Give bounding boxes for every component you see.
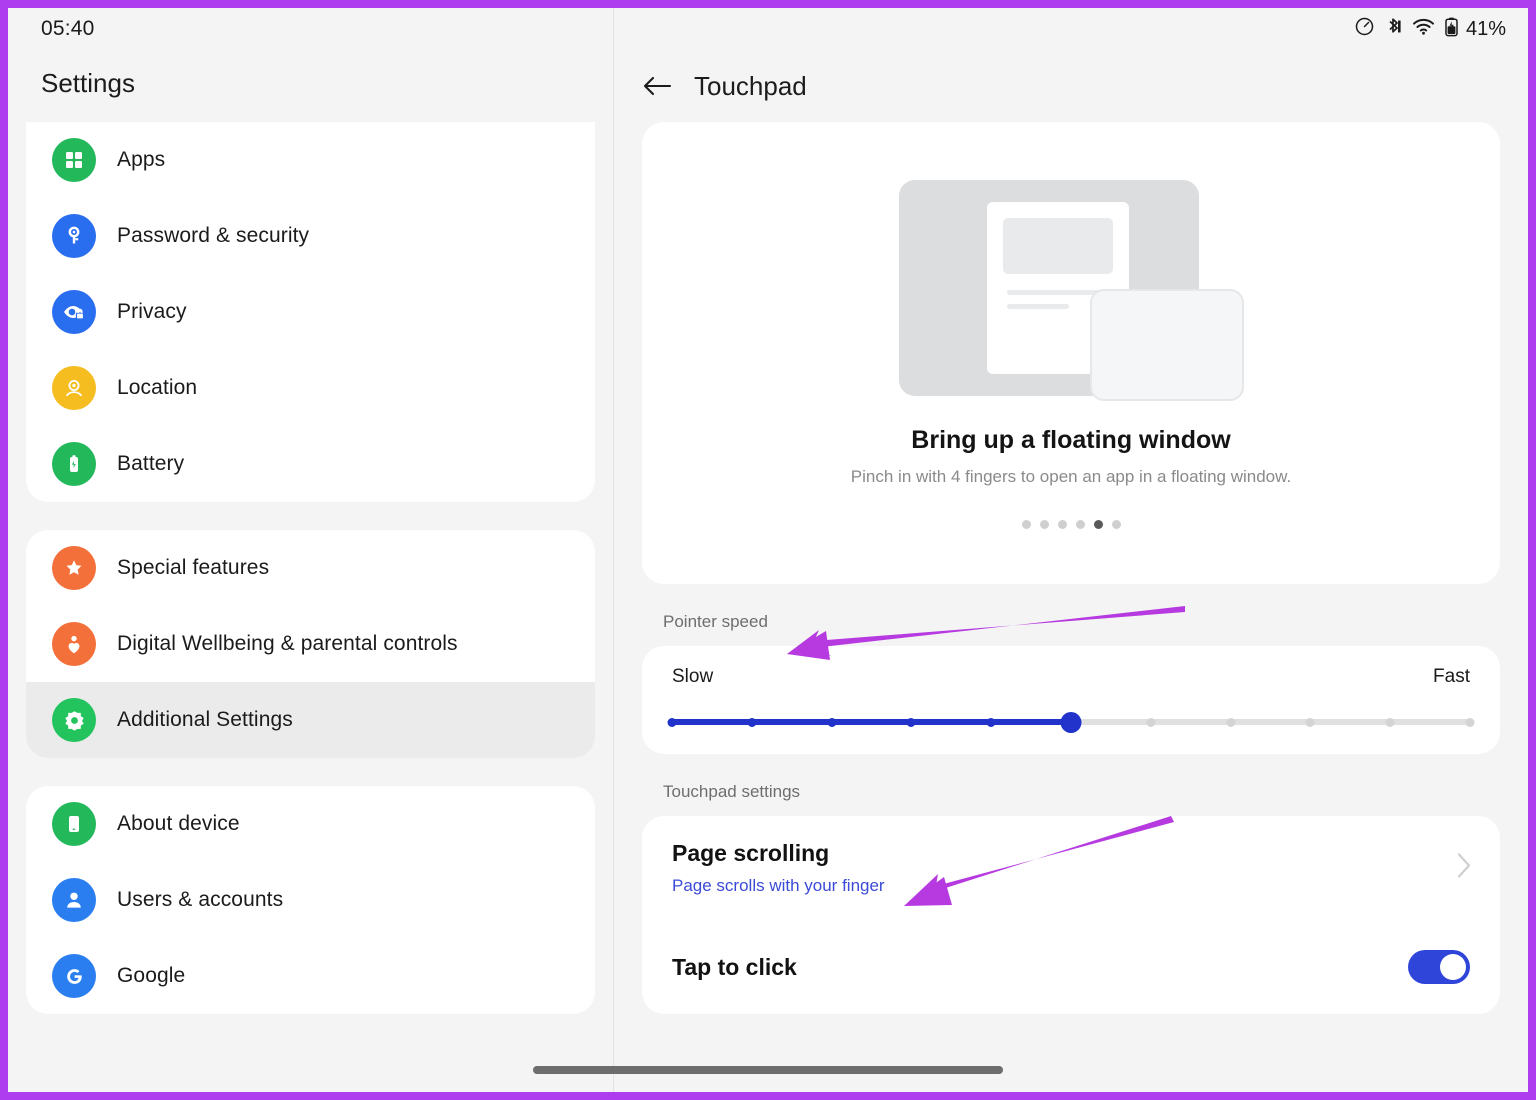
slider-max-label: Fast: [1433, 666, 1470, 687]
detail-body: Bring up a floating window Pinch in with…: [614, 122, 1528, 1092]
status-clock: 05:40: [41, 17, 95, 40]
slider-tick[interactable]: [1385, 717, 1395, 727]
page-title: Touchpad: [694, 70, 807, 101]
data-saver-icon: [1354, 16, 1375, 42]
battery-bolt-icon: [52, 442, 96, 486]
slider-thumb[interactable]: [1060, 711, 1082, 733]
sidebar-item-label: About device: [117, 812, 240, 835]
touchpad-gesture-hero-card: Bring up a floating window Pinch in with…: [642, 122, 1500, 584]
touchpad-settings-card: Page scrolling Page scrolls with your fi…: [642, 816, 1500, 1014]
slider-min-label: Slow: [672, 666, 714, 687]
pointer-speed-section-label: Pointer speed: [663, 612, 768, 631]
sidebar-item-privacy[interactable]: Privacy: [26, 274, 595, 350]
sidebar-item-battery[interactable]: Battery: [26, 426, 595, 502]
sidebar-item-password-security[interactable]: Password & security: [26, 198, 595, 274]
sidebar-item-label: Apps: [117, 148, 166, 171]
phone-icon: [52, 802, 96, 846]
star-icon: [52, 546, 96, 590]
sidebar-item-label: Google: [117, 964, 186, 987]
wellbeing-icon: [52, 622, 96, 666]
row-tap-to-click[interactable]: Tap to click: [642, 920, 1500, 1014]
pointer-speed-card: Slow Fast: [642, 646, 1500, 754]
slider-tick[interactable]: [986, 717, 996, 727]
status-bar-right: 41%: [614, 8, 1528, 50]
key-icon: [52, 214, 96, 258]
row-title: Tap to click: [672, 953, 797, 980]
hero-title: Bring up a floating window: [911, 426, 1231, 454]
touchpad-detail-pane: 41% Touchpad Bring up a floating window …: [614, 8, 1528, 1092]
detail-header: Touchpad: [614, 50, 1528, 122]
carousel-dot[interactable]: [1111, 520, 1121, 529]
sidebar-item-label: Users & accounts: [117, 888, 284, 911]
person-icon: [52, 878, 96, 922]
slider-tick[interactable]: [667, 717, 677, 727]
slider-tick[interactable]: [1226, 717, 1236, 727]
battery-percent-label: 41%: [1465, 17, 1506, 40]
sidebar-group-1: Apps Password & security Privacy Locatio…: [26, 122, 595, 502]
tap-to-click-toggle[interactable]: [1408, 950, 1470, 984]
sidebar-group-2: Special features Digital Wellbeing & par…: [26, 530, 595, 758]
sidebar-item-label: Battery: [117, 452, 185, 475]
slider-fill: [672, 719, 1071, 725]
toggle-knob: [1440, 954, 1466, 980]
carousel-dot[interactable]: [1021, 520, 1031, 529]
touchpad-settings-section-label: Touchpad settings: [663, 782, 801, 801]
row-page-scrolling[interactable]: Page scrolling Page scrolls with your fi…: [642, 816, 1500, 920]
sidebar-item-label: Digital Wellbeing & parental controls: [117, 632, 458, 655]
slider-tick[interactable]: [827, 717, 837, 727]
slider-tick[interactable]: [747, 717, 757, 727]
hero-subtitle: Pinch in with 4 fingers to open an app i…: [850, 467, 1292, 486]
slider-tick[interactable]: [906, 717, 916, 727]
sidebar-item-google[interactable]: Google: [26, 938, 595, 1014]
row-title: Page scrolling: [672, 840, 830, 866]
sidebar-item-label: Additional Settings: [117, 708, 293, 731]
privacy-eye-lock-icon: [52, 290, 96, 334]
status-bar-left: 05:40: [8, 8, 613, 50]
battery-icon: [1444, 16, 1459, 43]
slider-tick[interactable]: [1465, 717, 1475, 727]
sidebar-item-additional-settings[interactable]: Additional Settings: [26, 682, 595, 758]
device-screenshot-frame: 05:40 Settings Apps Password & security …: [0, 0, 1536, 1100]
slider-end-labels: Slow Fast: [672, 666, 1470, 688]
sidebar-item-about-device[interactable]: About device: [26, 786, 595, 862]
gear-icon: [52, 698, 96, 742]
sidebar-item-location[interactable]: Location: [26, 350, 595, 426]
google-g-icon: [52, 954, 96, 998]
location-pin-icon: [52, 366, 96, 410]
settings-sidebar-pane: 05:40 Settings Apps Password & security …: [8, 8, 614, 1092]
sidebar-title: Settings: [41, 68, 135, 98]
carousel-dot[interactable]: [1039, 520, 1049, 529]
sidebar-item-apps[interactable]: Apps: [26, 122, 595, 198]
sidebar-item-label: Location: [117, 376, 198, 399]
home-indicator: [533, 1066, 1003, 1074]
chevron-right-icon[interactable]: [1456, 852, 1472, 885]
sidebar-scroll-area[interactable]: Apps Password & security Privacy Locatio…: [8, 122, 613, 1092]
apps-grid-icon: [52, 138, 96, 182]
sidebar-item-label: Privacy: [117, 300, 187, 323]
carousel-dot[interactable]: [1075, 520, 1085, 529]
row-subtitle: Page scrolls with your finger: [672, 876, 885, 895]
sidebar-item-users-accounts[interactable]: Users & accounts: [26, 862, 595, 938]
carousel-dot[interactable]: [1057, 520, 1067, 529]
bluetooth-icon: [1384, 16, 1403, 42]
floating-window-illustration: [891, 160, 1251, 408]
slider-tick[interactable]: [1305, 717, 1315, 727]
sidebar-item-label: Password & security: [117, 224, 310, 247]
sidebar-item-label: Special features: [117, 556, 270, 579]
back-arrow-icon[interactable]: [642, 74, 672, 98]
wifi-icon: [1412, 16, 1435, 42]
carousel-dot-active[interactable]: [1093, 520, 1103, 529]
sidebar-item-digital-wellbeing[interactable]: Digital Wellbeing & parental controls: [26, 606, 595, 682]
tablet-screen: 05:40 Settings Apps Password & security …: [8, 8, 1528, 1092]
slider-tick[interactable]: [1146, 717, 1156, 727]
sidebar-group-3: About device Users & accounts Google: [26, 786, 595, 1014]
sidebar-item-special-features[interactable]: Special features: [26, 530, 595, 606]
carousel-dots[interactable]: [1021, 520, 1121, 529]
pointer-speed-slider[interactable]: [667, 705, 1475, 739]
